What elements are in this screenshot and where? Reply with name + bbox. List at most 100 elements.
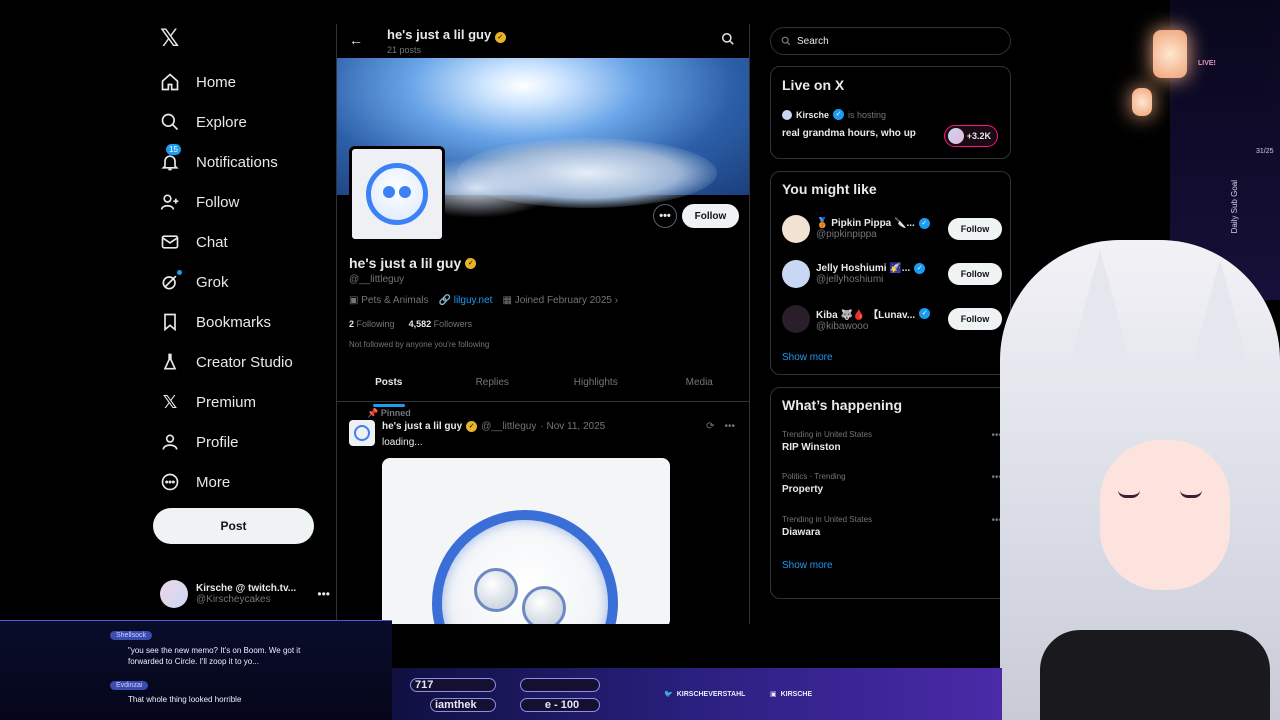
search-icon <box>781 36 791 46</box>
chat-username: Shellsock <box>110 631 152 640</box>
lilguy-logo-icon <box>366 163 428 225</box>
nav-more[interactable]: More <box>160 467 230 497</box>
followers-link[interactable]: 4,582 Followers <box>409 319 473 329</box>
account-handle: @Kirscheycakes <box>196 594 271 605</box>
post-button[interactable]: Post <box>153 508 314 544</box>
search-icon[interactable] <box>721 32 735 46</box>
joined-date[interactable]: ▦ Joined February 2025 › <box>502 295 618 306</box>
stream-bottom-bar: 717 iamthek e - 100 🐦 KIRSCHEVERSTAHL ▣ KI… <box>392 668 1002 720</box>
nav-creator-studio[interactable]: Creator Studio <box>160 347 293 377</box>
follow-button[interactable]: Follow <box>948 218 1002 240</box>
tweet-actions: ⟳ ••• <box>706 421 735 432</box>
progress-field <box>520 678 600 692</box>
more-dots-icon[interactable]: ••• <box>317 587 330 601</box>
profile-avatar[interactable] <box>349 146 445 242</box>
avatar <box>160 580 188 608</box>
back-arrow-icon[interactable]: ← <box>349 32 363 48</box>
verified-badge-icon: ✓ <box>466 421 478 432</box>
tweet-date[interactable]: · Nov 11, 2025 <box>540 421 605 432</box>
tweet-avatar[interactable] <box>349 420 375 446</box>
listener-count: +3.2K <box>943 125 998 147</box>
nav-label: Home <box>196 73 237 91</box>
suggestion-row[interactable]: 🥉 Pipkin Pippa 🔪... ✓ @pipkinpippa Follow <box>782 213 1002 245</box>
nav-label: Bookmarks <box>196 313 272 331</box>
tweet-text: loading... <box>382 437 423 448</box>
trend-item[interactable]: Trending in United States Diawara ••• <box>782 515 1002 538</box>
trend-item[interactable]: Trending in United States RIP Winston ••… <box>782 430 1002 453</box>
suggestion-row[interactable]: Kiba 🐺🩸 【Lunav... ✓ @kibawooo Follow <box>782 303 1002 335</box>
tab-posts[interactable]: Posts <box>337 370 441 407</box>
nav-bookmarks[interactable]: Bookmarks <box>160 307 271 337</box>
live-on-x-card[interactable]: Live on X Kirsche ✓ is hosting real gran… <box>770 66 1011 159</box>
show-more-link[interactable]: Show more <box>782 352 833 363</box>
tweet-image[interactable] <box>382 458 670 624</box>
flask-icon <box>160 352 180 372</box>
avatar-ear <box>1070 250 1130 360</box>
nav-label: Chat <box>196 233 228 251</box>
nav-notifications[interactable]: 15 Notifications <box>160 144 278 177</box>
hosting-label: is hosting <box>848 109 887 120</box>
bookmark-icon <box>160 312 180 332</box>
grok-icon[interactable]: ⟳ <box>706 421 714 432</box>
user-name: Kiba 🐺🩸 【Lunav... <box>816 310 916 321</box>
profile-meta: ▣ Pets & Animals 🔗 lilguy.net ▦ Joined F… <box>349 295 618 306</box>
nav-premium[interactable]: 𝕏 Premium <box>160 387 256 417</box>
avatar <box>782 109 792 120</box>
tab-media[interactable]: Media <box>648 370 750 401</box>
search-input[interactable]: Search <box>770 27 1011 55</box>
chat-username: Evdinzai <box>110 681 149 690</box>
live-title: real grandma hours, who up <box>782 128 916 139</box>
profile-more-button[interactable]: ••• <box>653 204 677 228</box>
suggestion-row[interactable]: Jelly Hoshiumi 🌠... ✓ @jellyhoshiumi Follo… <box>782 258 1002 290</box>
avatar <box>782 260 810 288</box>
nav-explore[interactable]: Explore <box>160 107 247 137</box>
user-handle: @jellyhoshiumi <box>816 274 884 285</box>
profile-stats: 2 Following 4,582 Followers <box>349 319 472 329</box>
tweet-handle[interactable]: @__littleguy <box>481 421 536 432</box>
unread-dot <box>177 270 182 275</box>
person-plus-icon <box>160 192 180 212</box>
trend-context: Trending in United States <box>782 430 872 439</box>
nav-label: More <box>196 473 231 491</box>
profile-name: he's just a lil guy ✓ <box>349 255 477 271</box>
notification-badge: 15 <box>166 144 181 155</box>
show-more-link[interactable]: Show more <box>782 560 833 571</box>
nav-home[interactable]: Home <box>160 67 236 97</box>
you-might-like-card: You might like 🥉 Pipkin Pippa 🔪... ✓ @pipk… <box>770 171 1011 375</box>
nav-chat[interactable]: Chat <box>160 227 228 257</box>
profile-tabs: Posts Replies Highlights Media <box>337 370 750 407</box>
user-handle: @kibawooo <box>816 321 869 332</box>
account-name: Kirsche @ twitch.tv... <box>196 583 297 594</box>
nav-follow[interactable]: Follow <box>160 187 239 217</box>
profile-column: ← he's just a lil guy ✓ 21 posts ••• Fol… <box>336 24 750 624</box>
x-logo-icon: 𝕏 <box>162 391 178 412</box>
tab-highlights[interactable]: Highlights <box>544 370 648 401</box>
tweet-author[interactable]: he's just a lil guy <box>382 421 462 432</box>
follow-button[interactable]: Follow <box>682 204 739 228</box>
nav-profile[interactable]: Profile <box>160 427 239 457</box>
website-link[interactable]: 🔗 lilguy.net <box>439 295 493 306</box>
account-switcher[interactable]: Kirsche @ twitch.tv... @Kirscheycakes ••… <box>160 578 330 610</box>
lilguy-logo-icon <box>354 425 370 441</box>
verified-badge-icon: ✓ <box>494 32 506 43</box>
following-link[interactable]: 2 Following <box>349 319 395 329</box>
card-title: You might like <box>782 181 877 197</box>
avatar-ear <box>1190 260 1250 370</box>
nav-label: Notifications <box>196 153 278 171</box>
more-dots-icon[interactable]: ••• <box>724 421 735 432</box>
tab-replies[interactable]: Replies <box>441 370 545 401</box>
not-followed-note: Not followed by anyone you're following <box>349 340 490 349</box>
chat-message: "you see the new memo? It's on Boom. We … <box>128 646 301 666</box>
chat-message: That whole thing looked horrible <box>128 695 242 704</box>
follow-button[interactable]: Follow <box>948 308 1002 330</box>
lantern-decoration <box>1132 88 1152 116</box>
tweet-header: he's just a lil guy ✓ @__littleguy · Nov… <box>382 421 605 432</box>
trend-item[interactable]: Politics · Trending Property ••• <box>782 472 1002 495</box>
x-logo-icon[interactable]: 𝕏 <box>160 27 182 51</box>
nav-grok[interactable]: Grok <box>160 267 229 297</box>
logo-eye <box>522 586 566 624</box>
follow-button[interactable]: Follow <box>948 263 1002 285</box>
trend-topic: RIP Winston <box>782 442 841 453</box>
vtuber-avatar <box>1000 240 1280 720</box>
verified-badge-icon: ✓ <box>833 109 845 120</box>
